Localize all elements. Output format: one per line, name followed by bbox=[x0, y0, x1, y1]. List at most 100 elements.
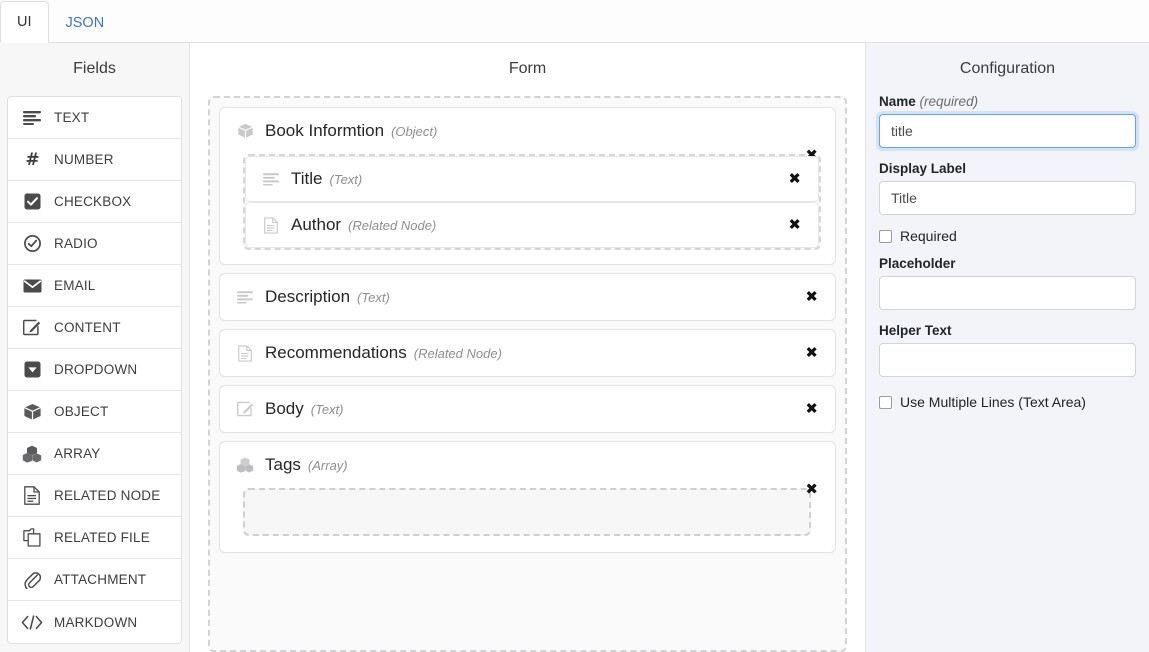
dropdown-caret-icon bbox=[20, 359, 44, 381]
field-name: Book Informtion bbox=[265, 121, 384, 141]
sidebar-item-content[interactable]: CONTENT bbox=[8, 307, 181, 349]
hash-icon: # bbox=[20, 149, 44, 171]
sidebar-item-label: RADIO bbox=[54, 236, 98, 251]
field-header[interactable]: Body (Text) bbox=[220, 386, 835, 432]
form-field-child[interactable]: Title (Text) ✖ bbox=[245, 156, 819, 202]
sidebar-item-label: RELATED NODE bbox=[54, 488, 160, 503]
document-lines-icon bbox=[260, 215, 282, 235]
sidebar-item-label: NUMBER bbox=[54, 152, 114, 167]
object-children-drop-zone[interactable]: Title (Text) ✖ Author (Relate bbox=[243, 154, 821, 250]
display-label-input[interactable] bbox=[879, 181, 1136, 215]
sidebar-item-markdown[interactable]: MARKDOWN bbox=[8, 601, 181, 643]
form-field-array[interactable]: Tags (Array) ✖ bbox=[219, 441, 836, 553]
field-type: (Related Node) bbox=[414, 346, 502, 361]
delete-field-button[interactable]: ✖ bbox=[802, 480, 821, 499]
sidebar-item-attachment[interactable]: ATTACHMENT bbox=[8, 559, 181, 601]
radio-check-circle-icon bbox=[20, 233, 44, 255]
delete-field-button[interactable]: ✖ bbox=[802, 344, 821, 363]
placeholder-label: Placeholder bbox=[879, 256, 1136, 271]
cubes-icon bbox=[20, 443, 44, 465]
field-type: (Array) bbox=[308, 458, 348, 473]
delete-field-button[interactable]: ✖ bbox=[802, 288, 821, 307]
field-header[interactable]: Book Informtion (Object) bbox=[220, 108, 835, 154]
sidebar-item-label: ATTACHMENT bbox=[54, 572, 146, 587]
field-header[interactable]: Recommendations (Related Node) bbox=[220, 330, 835, 376]
pencil-square-icon bbox=[20, 317, 44, 339]
sidebar-item-label: RELATED FILE bbox=[54, 530, 150, 545]
sidebar-item-radio[interactable]: RADIO bbox=[8, 223, 181, 265]
multiline-checkbox-label: Use Multiple Lines (Text Area) bbox=[900, 394, 1086, 410]
multiline-checkbox-row[interactable]: Use Multiple Lines (Text Area) bbox=[879, 394, 1136, 410]
field-type: (Text) bbox=[357, 290, 390, 305]
sidebar-item-email[interactable]: EMAIL bbox=[8, 265, 181, 307]
form-field-child[interactable]: Author (Related Node) ✖ bbox=[245, 202, 819, 248]
field-type: (Related Node) bbox=[348, 218, 436, 233]
tab-ui[interactable]: UI bbox=[0, 1, 49, 44]
pencil-square-icon bbox=[234, 399, 256, 419]
placeholder-input[interactable] bbox=[879, 276, 1136, 310]
sidebar-item-label: ARRAY bbox=[54, 446, 101, 461]
sidebar-item-label: CONTENT bbox=[54, 320, 121, 335]
main-layout: Fields TEXT # NUMBER CHECKBOX bbox=[0, 43, 1149, 652]
cube-icon bbox=[20, 401, 44, 423]
field-header[interactable]: Description (Text) bbox=[220, 274, 835, 320]
form-drop-zone[interactable]: Book Informtion (Object) ✖ Title (Text) bbox=[208, 96, 847, 652]
required-checkbox[interactable] bbox=[879, 230, 892, 243]
delete-field-button[interactable]: ✖ bbox=[802, 400, 821, 419]
text-lines-icon bbox=[260, 169, 282, 189]
helper-text-input[interactable] bbox=[879, 343, 1136, 377]
form-panel-title: Form bbox=[190, 43, 865, 96]
field-header[interactable]: Tags (Array) bbox=[220, 442, 835, 488]
field-name: Body bbox=[265, 399, 304, 419]
cubes-icon bbox=[234, 455, 256, 475]
form-field-related-node[interactable]: Recommendations (Related Node) ✖ bbox=[219, 329, 836, 377]
fields-sidebar: Fields TEXT # NUMBER CHECKBOX bbox=[0, 43, 190, 652]
field-header[interactable]: Title (Text) bbox=[246, 157, 818, 201]
checkbox-checked-icon bbox=[20, 191, 44, 213]
name-label-text: Name bbox=[879, 94, 916, 109]
field-name: Author bbox=[291, 215, 341, 235]
display-label-label: Display Label bbox=[879, 161, 1136, 176]
field-type-list: TEXT # NUMBER CHECKBOX RADIO bbox=[7, 96, 182, 644]
field-name: Recommendations bbox=[265, 343, 407, 363]
text-lines-icon bbox=[234, 287, 256, 307]
delete-field-button[interactable]: ✖ bbox=[785, 216, 804, 235]
sidebar-item-label: EMAIL bbox=[54, 278, 96, 293]
sidebar-item-text[interactable]: TEXT bbox=[8, 97, 181, 139]
code-brackets-icon bbox=[20, 611, 44, 633]
sidebar-item-array[interactable]: ARRAY bbox=[8, 433, 181, 475]
document-lines-icon bbox=[234, 343, 256, 363]
form-field-text[interactable]: Description (Text) ✖ bbox=[219, 273, 836, 321]
field-type: (Text) bbox=[330, 172, 363, 187]
array-items-drop-zone[interactable] bbox=[243, 488, 811, 536]
multiline-checkbox[interactable] bbox=[879, 396, 892, 409]
sidebar-item-related-node[interactable]: RELATED NODE bbox=[8, 475, 181, 517]
sidebar-item-label: TEXT bbox=[54, 110, 89, 125]
sidebar-item-label: CHECKBOX bbox=[54, 194, 131, 209]
copy-files-icon bbox=[20, 527, 44, 549]
sidebar-item-checkbox[interactable]: CHECKBOX bbox=[8, 181, 181, 223]
paperclip-icon bbox=[20, 569, 44, 591]
field-name: Tags bbox=[265, 455, 301, 475]
fields-panel-title: Fields bbox=[0, 43, 189, 96]
sidebar-item-number[interactable]: # NUMBER bbox=[8, 139, 181, 181]
sidebar-item-dropdown[interactable]: DROPDOWN bbox=[8, 349, 181, 391]
envelope-icon bbox=[20, 275, 44, 297]
field-type: (Text) bbox=[311, 402, 344, 417]
sidebar-item-related-file[interactable]: RELATED FILE bbox=[8, 517, 181, 559]
delete-field-button[interactable]: ✖ bbox=[785, 170, 804, 189]
name-input[interactable] bbox=[879, 114, 1136, 148]
form-field-content[interactable]: Body (Text) ✖ bbox=[219, 385, 836, 433]
required-checkbox-row[interactable]: Required bbox=[879, 228, 1136, 244]
tab-json[interactable]: JSON bbox=[49, 2, 122, 44]
required-checkbox-label: Required bbox=[900, 228, 957, 244]
form-field-object[interactable]: Book Informtion (Object) ✖ Title (Text) bbox=[219, 107, 836, 265]
sidebar-item-object[interactable]: OBJECT bbox=[8, 391, 181, 433]
field-name: Description bbox=[265, 287, 350, 307]
helper-text-label: Helper Text bbox=[879, 323, 1136, 338]
form-column: Form Book Informtion (Object) ✖ bbox=[190, 43, 866, 652]
configuration-panel: Configuration Name (required) Display La… bbox=[866, 43, 1149, 652]
sidebar-item-label: OBJECT bbox=[54, 404, 108, 419]
field-header[interactable]: Author (Related Node) bbox=[246, 203, 818, 247]
sidebar-item-label: MARKDOWN bbox=[54, 615, 137, 630]
